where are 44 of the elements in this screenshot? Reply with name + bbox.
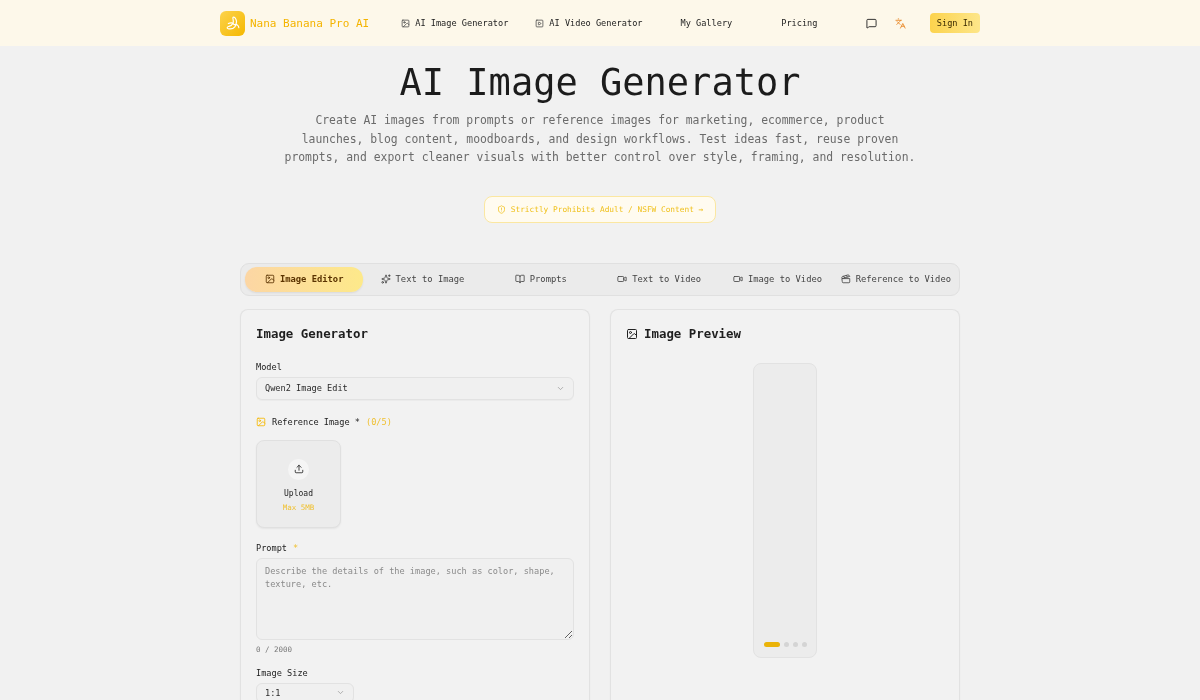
nav-link[interactable]: AI Image Generator (401, 18, 509, 28)
nav-link[interactable]: Pricing (770, 18, 829, 28)
sparkles-icon (380, 274, 391, 284)
open-book-icon (514, 274, 525, 284)
carousel-dot[interactable] (792, 641, 798, 647)
required-mark: * (293, 541, 299, 554)
panel-title: Image Generator (256, 324, 369, 343)
upload-label: Upload (284, 487, 313, 500)
page-title: AI Image Generator (399, 61, 801, 105)
upload-count: (0/5) (365, 415, 392, 428)
banana-logo-icon[interactable] (220, 10, 245, 36)
clapperboard-icon (840, 274, 851, 284)
field-label: Image Size (256, 666, 308, 679)
image-icon (256, 416, 266, 427)
play-square-icon (535, 18, 545, 28)
chat-bubble-icon[interactable] (865, 17, 877, 29)
model-select[interactable]: Qwen2 Image Edit (256, 376, 574, 400)
tab[interactable]: Reference to Video (836, 266, 955, 292)
carousel-dot[interactable] (801, 641, 807, 647)
image-icon (626, 327, 638, 340)
tab[interactable]: Image to Video (718, 266, 837, 292)
chevron-down-icon (336, 688, 345, 697)
video-camera-icon (617, 274, 628, 284)
upload-icon (288, 458, 309, 480)
carousel-dot[interactable] (783, 641, 789, 647)
field-label: Prompt (256, 541, 288, 554)
shield-alert-icon (496, 204, 506, 214)
field-label: Reference Image * (272, 415, 360, 428)
translate-icon[interactable] (894, 17, 906, 29)
page-description: Create AI images from prompts or reference images for marketing, ecommerce, product launches, blog content, moodboards, and design workflows. Test ideas fast, reuse proven prompts, and export cleaner visuals with better control over style, framing, and resolution. (283, 112, 917, 166)
field-label: Model (256, 360, 282, 373)
tab[interactable]: Prompts (481, 266, 600, 292)
prompt-field[interactable]: Describe the details of the image, such as color, shape, texture, etc. (256, 557, 574, 640)
sign-in-button[interactable]: Sign In (929, 13, 980, 33)
video-camera-icon (732, 274, 743, 284)
panel-title: Image Preview (644, 324, 741, 343)
nav-link[interactable]: My Gallery (669, 18, 744, 28)
tab[interactable]: Text to Image (363, 266, 482, 292)
tab[interactable]: Text to Video (600, 266, 719, 292)
nav-link[interactable]: AI Video Generator (535, 18, 643, 28)
tab[interactable]: Image Editor (245, 266, 364, 292)
image-icon (264, 274, 275, 284)
image-icon (401, 18, 411, 28)
size-select[interactable]: 1:1 (256, 682, 354, 700)
